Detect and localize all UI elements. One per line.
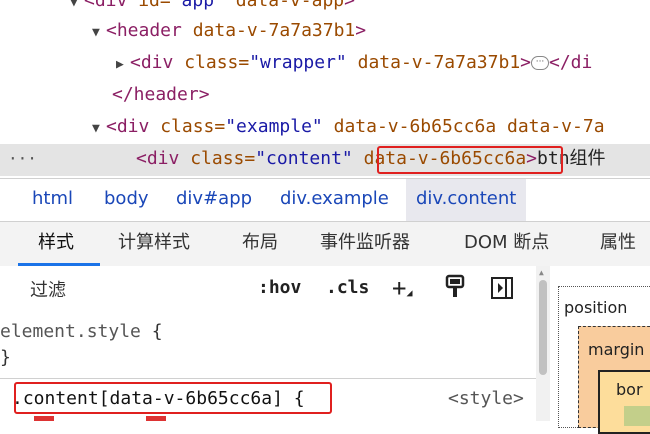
tree-line-header-close[interactable]: </header>	[112, 80, 210, 110]
breadcrumb: html body div#app div.example div.conten…	[0, 178, 650, 221]
tree-line-example[interactable]: ▼ <div class="example" data-v-6b65cc6a da…	[92, 112, 605, 142]
styles-scrollbar[interactable]: ▲	[536, 266, 550, 421]
breadcrumb-div-content[interactable]: div.content	[406, 179, 527, 221]
attr-name: data-v-7a	[496, 116, 605, 137]
tree-line-wrapper[interactable]: ▶ <div class="wrapper" data-v-7a7a37b1> ··…	[116, 48, 592, 78]
collapse-triangle-icon[interactable]: ▶	[116, 50, 130, 80]
tab-computed[interactable]: 计算样式	[118, 222, 190, 266]
attr-value: "app"	[170, 0, 225, 11]
tree-line-app[interactable]: ▼ <div id="app" data-v-app>	[70, 0, 355, 16]
tab-layout[interactable]: 布局	[242, 222, 278, 266]
highlight-box	[14, 382, 332, 414]
tag-open: <div	[130, 52, 174, 73]
expand-triangle-icon[interactable]: ▼	[92, 114, 106, 144]
tab-dom-breakpoints[interactable]: DOM 断点	[464, 222, 549, 266]
tree-line-header[interactable]: ▼ <header data-v-7a7a37b1>	[92, 16, 366, 46]
position-label: position	[564, 298, 628, 317]
rule-divider	[0, 378, 536, 379]
sidebar-tabs: 样式 计算样式 布局 事件监听器 DOM 断点 属性	[0, 221, 650, 267]
plus-icon: +	[392, 274, 407, 302]
attr-name: data-v-app	[224, 0, 345, 11]
attr-name: class=	[179, 148, 256, 169]
paint-bucket-icon[interactable]	[444, 274, 466, 306]
breadcrumb-div-example[interactable]: div.example	[280, 179, 389, 221]
tag-close: >	[344, 0, 355, 11]
attr-value: "wrapper"	[249, 52, 347, 73]
border-label: bor	[616, 380, 643, 399]
scrollbar-thumb[interactable]	[539, 280, 547, 375]
rule-brace: {	[140, 321, 163, 342]
attr-name: id=	[127, 0, 171, 11]
attr-name: data-v-7a7a37b1	[346, 52, 521, 73]
tag-open: <div	[84, 0, 128, 11]
breadcrumb-html[interactable]: html	[32, 179, 73, 221]
hov-button[interactable]: :hov	[258, 272, 301, 304]
breadcrumb-body[interactable]: body	[104, 179, 149, 221]
attr-name: data-v-7a7a37b1	[181, 20, 356, 41]
attr-name: data-v-6b65cc6a	[322, 116, 497, 137]
attr-name: class=	[173, 52, 250, 73]
rule-selector: element.style	[0, 321, 141, 342]
tag-close: >	[520, 52, 531, 73]
new-rule-button[interactable]: +◢	[392, 272, 412, 304]
rule-overflow-hint	[34, 416, 54, 421]
box-model-padding[interactable]	[624, 406, 650, 426]
elements-tree[interactable]: ▼ <div id="app" data-v-app> ▼ <header data…	[0, 0, 650, 178]
breadcrumb-div-app[interactable]: div#app	[176, 179, 252, 221]
attr-value: "example"	[225, 116, 323, 137]
highlight-box	[377, 146, 563, 174]
gutter-ellipsis-icon[interactable]: ···	[8, 144, 37, 174]
scroll-up-icon[interactable]: ▲	[539, 268, 544, 277]
attr-value: "content"	[255, 148, 353, 169]
cls-button[interactable]: .cls	[326, 272, 369, 304]
ellipsis-icon[interactable]: ···	[531, 56, 549, 70]
tag-open: <div	[106, 116, 150, 137]
filter-input[interactable]: 过滤	[30, 276, 66, 302]
tag-end: </di	[549, 52, 593, 73]
tag-close: >	[355, 20, 367, 41]
expand-triangle-icon[interactable]: ▼	[92, 18, 106, 48]
tab-event-listeners[interactable]: 事件监听器	[320, 222, 410, 266]
style-source-link[interactable]: <style>	[448, 385, 524, 413]
rule-element-style[interactable]: element.style {	[0, 318, 163, 346]
attr-name: class=	[149, 116, 226, 137]
tag-open: <header	[106, 20, 182, 41]
tag-open: <div	[136, 148, 180, 169]
rule-overflow-hint	[146, 416, 166, 421]
margin-label: margin	[588, 340, 645, 359]
rule-close-brace: }	[0, 347, 11, 368]
expand-triangle-icon[interactable]: ▼	[70, 0, 84, 18]
toggle-sidebar-icon[interactable]	[490, 276, 514, 308]
tag-close: </header>	[112, 84, 210, 105]
styles-toolbar: 过滤 :hov .cls +◢	[0, 266, 536, 313]
tab-styles[interactable]: 样式	[38, 222, 74, 266]
tab-properties[interactable]: 属性	[600, 222, 636, 266]
